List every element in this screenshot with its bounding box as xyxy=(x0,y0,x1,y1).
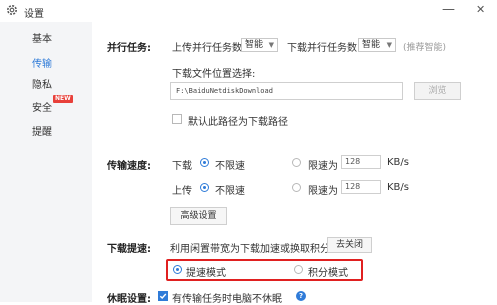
sidebar-item-transfer[interactable]: 传输 xyxy=(32,55,52,70)
boost-description: 利用闲置带宽为下载加速或换取积分 xyxy=(170,244,330,255)
download-parallel-value: 智能 xyxy=(362,40,381,50)
fast-mode-radio[interactable] xyxy=(173,265,182,274)
download-parallel-select[interactable]: 智能 ▼ xyxy=(358,38,396,52)
download-location-label: 下载文件位置选择: xyxy=(172,69,256,80)
points-mode-label: 积分模式 xyxy=(308,268,348,279)
advanced-settings-button[interactable]: 高级设置 xyxy=(170,207,227,225)
no-sleep-checkbox[interactable] xyxy=(158,291,168,301)
browse-button[interactable]: 浏览 xyxy=(414,82,461,100)
upload-parallel-value: 智能 xyxy=(245,40,264,50)
title-bar: 设置 — ✕ xyxy=(0,0,497,22)
sidebar-item-reminder[interactable]: 提醒 xyxy=(32,123,52,138)
parallel-label: 并行任务: xyxy=(107,43,151,54)
chevron-down-icon: ▼ xyxy=(386,41,392,49)
sidebar: 基本 传输 隐私 安全 NEW 提醒 xyxy=(0,22,92,302)
minimize-button[interactable]: — xyxy=(442,2,455,17)
default-path-label: 默认此路径为下载路径 xyxy=(188,117,288,128)
sidebar-item-security[interactable]: 安全 xyxy=(32,99,52,114)
upload-parallel-label: 上传并行任务数 xyxy=(172,43,242,54)
upload-speed-label: 上传 xyxy=(172,186,192,197)
upload-parallel-select[interactable]: 智能 ▼ xyxy=(241,38,278,52)
fast-mode-label: 提速模式 xyxy=(186,268,226,279)
sidebar-item-basic[interactable]: 基本 xyxy=(32,30,52,45)
parallel-hint: (推荐智能) xyxy=(403,43,447,53)
upload-unlimited-label: 不限速 xyxy=(215,186,245,197)
help-icon[interactable]: ? xyxy=(296,291,306,301)
download-limit-label: 限速为 xyxy=(308,161,338,172)
speed-label: 传输速度: xyxy=(107,161,151,172)
download-path-input[interactable]: F:\BaiduNetdiskDownload xyxy=(170,82,403,100)
download-limit-input[interactable]: 128 xyxy=(341,155,381,169)
gear-icon xyxy=(7,5,17,15)
download-unlimited-label: 不限速 xyxy=(215,161,245,172)
download-unlimited-radio[interactable] xyxy=(200,158,209,167)
no-sleep-label: 有传输任务时电脑不休眠 xyxy=(172,294,282,305)
window-title: 设置 xyxy=(24,9,44,20)
new-badge: NEW xyxy=(53,95,73,103)
check-icon xyxy=(159,293,167,300)
upload-limit-input[interactable]: 128 xyxy=(341,180,381,194)
download-speed-label: 下载 xyxy=(172,161,192,172)
chevron-down-icon: ▼ xyxy=(268,41,274,49)
close-button[interactable]: ✕ xyxy=(476,3,485,16)
download-limit-radio[interactable] xyxy=(292,158,301,167)
upload-limit-label: 限速为 xyxy=(308,186,338,197)
upload-unlimited-radio[interactable] xyxy=(200,183,209,192)
boost-off-button[interactable]: 去关闭 xyxy=(327,237,372,253)
points-mode-radio[interactable] xyxy=(294,265,303,274)
upload-unit-label: KB/s xyxy=(387,182,409,193)
download-unit-label: KB/s xyxy=(387,157,409,168)
download-parallel-label: 下载并行任务数 xyxy=(287,43,357,54)
boost-label: 下载提速: xyxy=(107,244,151,255)
sidebar-item-privacy[interactable]: 隐私 xyxy=(32,76,52,91)
default-path-checkbox[interactable] xyxy=(172,114,182,124)
upload-limit-radio[interactable] xyxy=(292,183,301,192)
sleep-label: 休眠设置: xyxy=(107,294,151,305)
